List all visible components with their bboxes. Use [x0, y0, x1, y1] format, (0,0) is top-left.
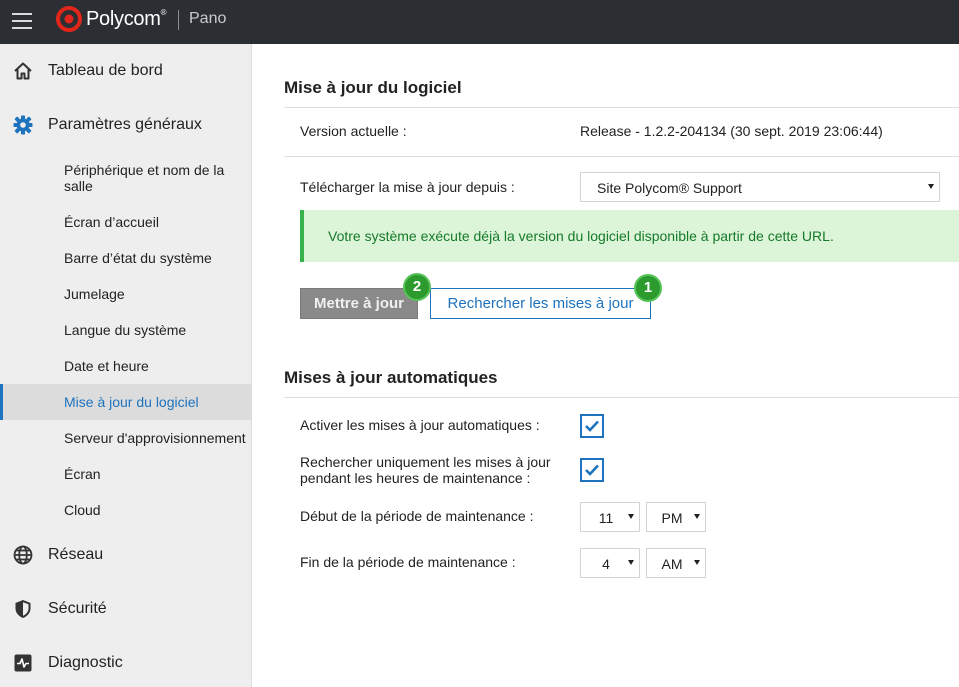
maintenance-end-label: Fin de la période de maintenance :	[300, 554, 516, 570]
sidebar-item-label: Date et heure	[64, 358, 149, 374]
sidebar-item-label: Tableau de bord	[48, 62, 163, 79]
maintenance-only-checkbox[interactable]	[580, 458, 604, 482]
maintenance-end-ampm-select[interactable]: AM	[646, 548, 706, 578]
checkmark-icon	[585, 464, 599, 476]
sidebar-item-software-update[interactable]: Mise à jour du logiciel	[0, 384, 252, 420]
sidebar-item-label: Écran d’accueil	[64, 214, 159, 230]
sidebar-item-label: Paramètres généraux	[48, 116, 202, 133]
enable-auto-updates-label: Activer les mises à jour automatiques :	[300, 417, 540, 433]
sidebar-item-system-language[interactable]: Langue du système	[0, 312, 252, 348]
brand-name: Polycom®	[86, 8, 167, 30]
hamburger-menu-icon[interactable]	[12, 13, 32, 29]
software-update-title: Mise à jour du logiciel	[284, 78, 462, 97]
product-name: Pano	[189, 10, 227, 27]
current-version-value: Release - 1.2.2-204134 (30 sept. 2019 23…	[580, 123, 883, 139]
sidebar-item-label: Sécurité	[48, 600, 107, 617]
shield-icon	[15, 600, 31, 618]
chevron-down-icon	[628, 560, 634, 565]
divider	[284, 156, 959, 157]
step-marker-2: 2	[403, 273, 431, 301]
sidebar-item-label: Écran	[64, 466, 101, 482]
auto-updates-title: Mises à jour automatiques	[284, 368, 498, 387]
maintenance-start-label: Début de la période de maintenance :	[300, 508, 534, 524]
download-source-value: Site Polycom® Support	[597, 180, 742, 196]
sidebar-item-label: Périphérique et nom de la salle	[64, 162, 225, 194]
checkmark-icon	[585, 420, 599, 432]
step-marker-1: 1	[634, 274, 662, 302]
home-icon	[14, 62, 32, 80]
pulse-icon	[14, 654, 32, 672]
sidebar-item-cloud[interactable]: Cloud	[0, 492, 252, 528]
sidebar-item-label: Réseau	[48, 546, 104, 563]
sidebar-item-label: Barre d’état du système	[64, 250, 212, 266]
alert-text: Votre système exécute déjà la version du…	[328, 228, 834, 244]
sidebar-item-security[interactable]: Sécurité	[0, 582, 252, 636]
maintenance-only-label-line2: pendant les heures de maintenance :	[300, 470, 531, 486]
chevron-down-icon	[694, 560, 700, 565]
maintenance-start-hour-select[interactable]: 11	[580, 502, 640, 532]
sidebar: Tableau de bord Paramètres généraux Péri…	[0, 44, 252, 687]
sidebar-item-diagnostics[interactable]: Diagnostic	[0, 636, 252, 687]
chevron-down-icon	[928, 184, 934, 189]
sidebar-item-system-status-bar[interactable]: Barre d’état du système	[0, 240, 252, 276]
sidebar-item-pairing[interactable]: Jumelage	[0, 276, 252, 312]
brand-divider	[178, 10, 179, 30]
sidebar-item-label: Langue du système	[64, 322, 187, 338]
sidebar-item-label: Diagnostic	[48, 654, 123, 671]
download-source-label: Télécharger la mise à jour depuis :	[300, 179, 515, 195]
chevron-down-icon	[628, 514, 634, 519]
enable-auto-updates-checkbox[interactable]	[580, 414, 604, 438]
sidebar-item-device-room-name[interactable]: Périphérique et nom de la salle	[0, 160, 252, 196]
sidebar-item-network[interactable]: Réseau	[0, 528, 252, 582]
divider	[284, 107, 959, 108]
maintenance-only-label: Rechercher uniquement les mises à jour p…	[300, 454, 551, 486]
sidebar-item-general-settings[interactable]: Paramètres généraux	[0, 98, 252, 152]
sidebar-item-label: Mise à jour du logiciel	[64, 394, 199, 410]
sidebar-item-dashboard[interactable]: Tableau de bord	[0, 44, 252, 98]
download-source-select[interactable]: Site Polycom® Support	[580, 172, 940, 202]
current-version-label: Version actuelle :	[300, 123, 407, 139]
gear-icon	[13, 115, 33, 135]
maintenance-start-ampm-select[interactable]: PM	[646, 502, 706, 532]
sidebar-item-label: Cloud	[64, 502, 101, 518]
maintenance-only-label-line1: Rechercher uniquement les mises à jour	[300, 454, 551, 470]
sidebar-item-label: Serveur d'approvisionnement	[64, 430, 246, 446]
success-alert: Votre système exécute déjà la version du…	[300, 210, 959, 262]
sidebar-item-date-time[interactable]: Date et heure	[0, 348, 252, 384]
sidebar-item-label: Jumelage	[64, 286, 125, 302]
main-content: Mise à jour du logiciel Version actuelle…	[253, 44, 959, 687]
sidebar-item-home-screen[interactable]: Écran d’accueil	[0, 204, 252, 240]
maintenance-end-hour-select[interactable]: 4	[580, 548, 640, 578]
update-button[interactable]: Mettre à jour	[300, 288, 418, 319]
sidebar-item-provisioning-server[interactable]: Serveur d'approvisionnement	[0, 420, 252, 456]
divider	[284, 397, 959, 398]
chevron-down-icon	[694, 514, 700, 519]
polycom-logo-icon	[56, 6, 82, 32]
top-bar: Polycom® Pano	[0, 0, 959, 44]
check-updates-button[interactable]: Rechercher les mises à jour	[430, 288, 651, 319]
sidebar-item-screen[interactable]: Écran	[0, 456, 252, 492]
globe-icon	[13, 545, 33, 565]
